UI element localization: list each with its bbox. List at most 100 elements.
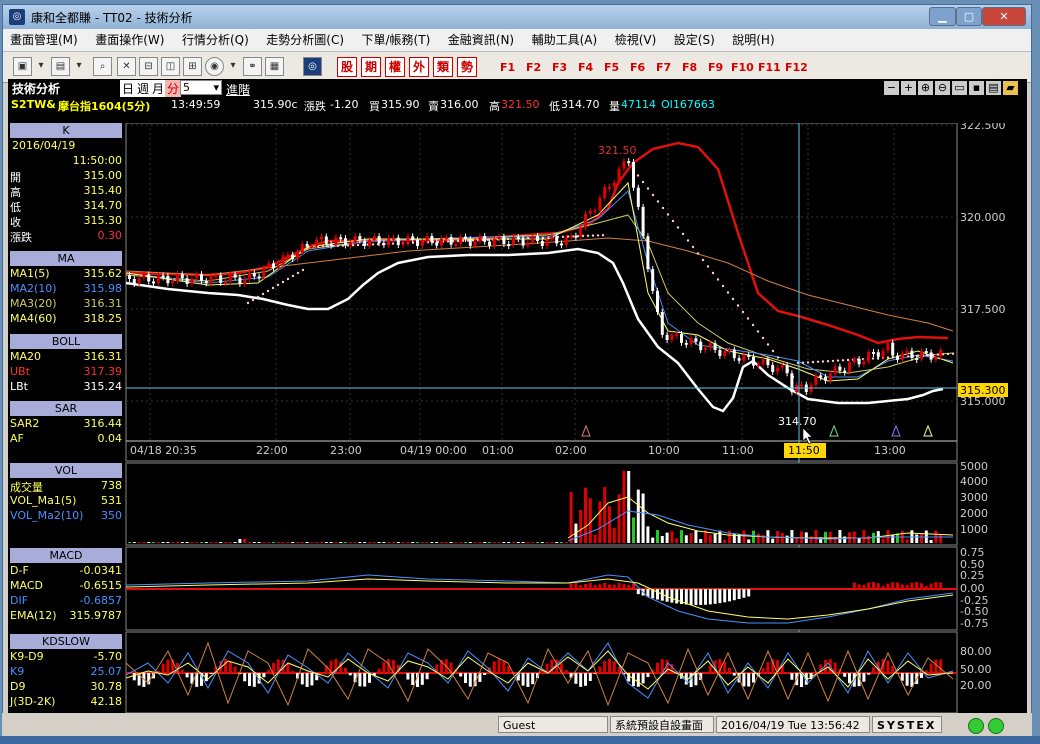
window-title: 康和全都賺 - TT02 - 技術分析 — [31, 11, 193, 25]
macd-bar — [867, 582, 871, 589]
menu-view[interactable]: 檢視(V) — [608, 29, 664, 51]
volume-bar — [660, 535, 664, 543]
close-button[interactable]: ✕ — [982, 7, 1026, 26]
volume-bar — [430, 542, 434, 543]
volume-bar — [228, 542, 232, 543]
status-layout[interactable]: 系統預設自設畫面 — [610, 716, 714, 733]
kd-bar — [248, 673, 251, 686]
f5-button[interactable]: F5 — [604, 61, 619, 74]
cascade-icon[interactable]: ⊞ — [183, 57, 202, 76]
f3-button[interactable]: F3 — [552, 61, 567, 74]
candle-body — [742, 354, 746, 361]
f4-button[interactable]: F4 — [578, 61, 593, 74]
save-icon[interactable]: ▪ — [969, 81, 984, 95]
menu-trend-chart[interactable]: 走勢分析圖(C) — [259, 29, 351, 51]
kd-bar — [291, 670, 295, 673]
f2-button[interactable]: F2 — [526, 61, 541, 74]
macd-bar — [617, 583, 621, 589]
kd-bar — [732, 673, 736, 676]
f7-button[interactable]: F7 — [656, 61, 671, 74]
sar-dot — [761, 336, 765, 340]
kd-bar — [483, 673, 487, 675]
volume-bar — [747, 539, 751, 543]
candle-body — [680, 334, 683, 343]
f6-button[interactable]: F6 — [630, 61, 645, 74]
menu-quote-analysis[interactable]: 行情分析(Q) — [175, 29, 256, 51]
period-month-tab[interactable]: 月 — [150, 80, 167, 97]
futures-button[interactable]: 期 — [361, 57, 381, 77]
menu-finance-info[interactable]: 金融資訊(N) — [441, 29, 521, 51]
foreign-button[interactable]: 外 — [409, 57, 429, 77]
f9-button[interactable]: F9 — [708, 61, 723, 74]
window-layout-icon[interactable]: ▣ — [13, 57, 32, 76]
globe-icon[interactable]: ◉ — [205, 57, 224, 76]
technical-analysis-panel: 技術分析 日 週 月 分 5 ▾ 進階 − + ⊕ ⊖ ▭ ▪ ▤ ▰ S2TW& 摩台指16… — [8, 79, 1027, 713]
kd-bar — [492, 661, 496, 673]
kd-bar — [905, 673, 909, 686]
systex-logo-icon[interactable]: ◎ — [303, 57, 322, 76]
sar-dot — [246, 301, 250, 305]
dropdown-icon[interactable]: ▾ — [227, 57, 239, 76]
kd-bar — [267, 669, 271, 673]
sar-dot — [641, 180, 645, 184]
close-window-icon[interactable]: ✕ — [117, 57, 136, 76]
zoom-out-icon[interactable]: ⊖ — [935, 81, 950, 95]
quote-symbol: S2TW& — [11, 98, 56, 111]
options-button[interactable]: 權 — [385, 57, 405, 77]
f1-button[interactable]: F1 — [500, 61, 515, 74]
f11-button[interactable]: F11 — [758, 61, 781, 74]
kd-bar — [862, 673, 866, 682]
plus-icon[interactable]: + — [901, 81, 916, 95]
category-button[interactable]: 類 — [433, 57, 453, 77]
macd-tick-label: 0.25 — [960, 569, 985, 582]
candle-body — [598, 197, 602, 211]
candle-body — [641, 206, 645, 237]
chart-canvas[interactable]: 321.50 314.70 322.500320.000317.500315.0… — [8, 123, 1027, 713]
folder-icon[interactable]: ▰ — [1003, 81, 1018, 95]
f10-button[interactable]: F10 — [731, 61, 754, 74]
kd-axis: 80.00 50.00 20.00 — [960, 645, 992, 692]
candle-body — [473, 241, 477, 246]
minimize-button[interactable]: ▁ — [929, 7, 956, 26]
candle-body — [867, 352, 871, 362]
kd-bar — [636, 673, 640, 687]
dropdown-icon[interactable]: ▾ — [73, 57, 85, 76]
period-week-tab[interactable]: 週 — [135, 80, 152, 97]
print-icon[interactable]: ▤ — [986, 81, 1001, 95]
macd-bar — [598, 584, 602, 589]
sar-dot — [736, 304, 740, 307]
menu-screen-operate[interactable]: 畫面操作(W) — [88, 29, 171, 51]
f12-button[interactable]: F12 — [785, 61, 808, 74]
candle-body — [296, 252, 299, 259]
chat-icon[interactable]: ▭ — [952, 81, 967, 95]
monitor-icon[interactable]: ▤ — [51, 57, 70, 76]
menu-order-account[interactable]: 下單/帳務(T) — [355, 29, 438, 51]
menu-settings[interactable]: 設定(S) — [667, 29, 722, 51]
time-tick-label: 11:50 — [788, 444, 820, 457]
menu-tools[interactable]: 輔助工具(A) — [525, 29, 605, 51]
maximize-button[interactable]: ▢ — [956, 7, 982, 26]
kd-bar — [728, 668, 731, 673]
advanced-button[interactable]: 進階 — [226, 81, 250, 98]
volume-bar — [521, 542, 525, 543]
volume-bar — [243, 539, 247, 543]
period-minute-tab[interactable]: 分 — [165, 80, 182, 97]
period-select[interactable]: 5 ▾ — [180, 80, 222, 95]
menu-screen-manage[interactable]: 畫面管理(M) — [3, 29, 85, 51]
link-icon[interactable]: ⚭ — [243, 57, 262, 76]
search-icon[interactable]: ⌕ — [93, 57, 112, 76]
period-day-tab[interactable]: 日 — [120, 80, 137, 97]
minus-icon[interactable]: − — [884, 81, 899, 95]
trend-button[interactable]: 勢 — [457, 57, 477, 77]
f8-button[interactable]: F8 — [682, 61, 697, 74]
tile-horizontal-icon[interactable]: ◫ — [161, 57, 180, 76]
menu-help[interactable]: 說明(H) — [725, 29, 781, 51]
tile-vertical-icon[interactable]: ⊟ — [139, 57, 158, 76]
zoom-in-icon[interactable]: ⊕ — [918, 81, 933, 95]
sar-dot — [771, 349, 775, 353]
chart-window-icon[interactable]: ▦ — [265, 57, 284, 76]
dropdown-icon[interactable]: ▾ — [35, 57, 47, 76]
candle-body — [329, 243, 333, 246]
candle-body — [516, 237, 520, 240]
stock-button[interactable]: 股 — [337, 57, 357, 77]
